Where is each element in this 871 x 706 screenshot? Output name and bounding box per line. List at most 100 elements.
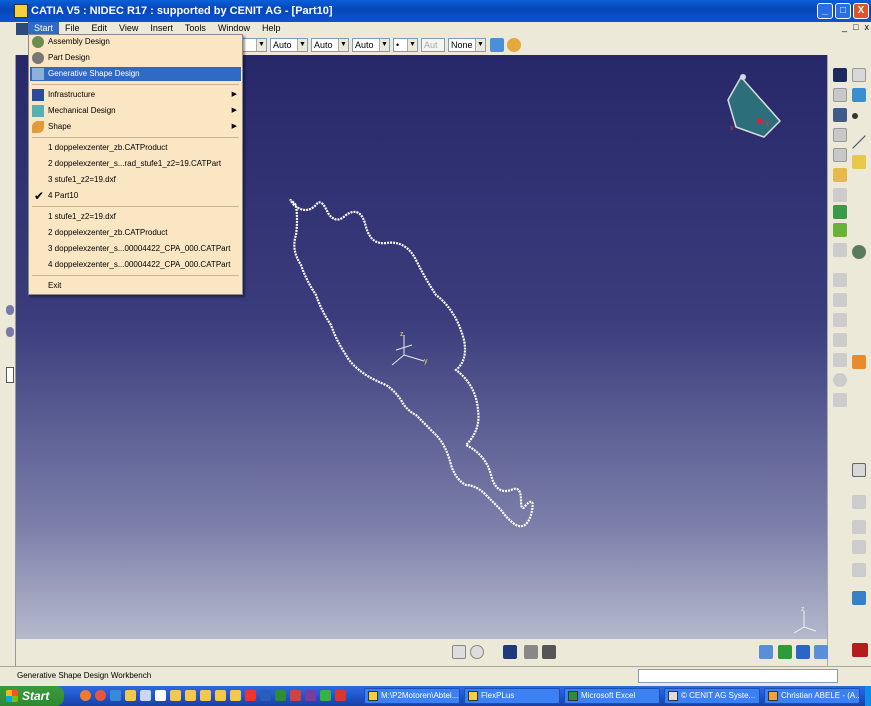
- compass-handle[interactable]: [740, 74, 746, 80]
- menu-generative-shape-design[interactable]: Generative Shape Design: [30, 67, 241, 81]
- thickness-combo[interactable]: Auto ▼: [311, 38, 349, 52]
- folder-icon[interactable]: [230, 690, 241, 701]
- folder-icon[interactable]: [170, 690, 181, 701]
- app-icon[interactable]: [320, 690, 331, 701]
- system-tray[interactable]: [865, 686, 871, 706]
- maximize-button[interactable]: □: [835, 3, 851, 19]
- plane-icon[interactable]: [833, 128, 847, 142]
- affinity-icon[interactable]: [833, 393, 847, 407]
- menu-shape[interactable]: Shape ▶: [30, 120, 241, 134]
- folder-icon[interactable]: [185, 690, 196, 701]
- recent-file-item[interactable]: 3 doppelexzenter_s...00004422_CPA_000.CA…: [30, 242, 241, 256]
- point-icon[interactable]: [833, 108, 847, 122]
- rotate-icon[interactable]: [852, 245, 866, 259]
- folder-icon[interactable]: [200, 690, 211, 701]
- doc-minimize-button[interactable]: _: [842, 22, 847, 32]
- app-icon[interactable]: [155, 690, 166, 701]
- line-icon[interactable]: [852, 135, 866, 149]
- sweep-icon[interactable]: [833, 168, 847, 182]
- acrobat-icon[interactable]: [335, 690, 346, 701]
- browser-icon[interactable]: [95, 690, 106, 701]
- transparency-combo[interactable]: Auto ▼: [352, 38, 390, 52]
- extract-icon[interactable]: [833, 223, 847, 237]
- menu-assembly-design[interactable]: Assembly Design: [30, 35, 241, 49]
- recent-doc-item[interactable]: 3 stufe1_z2=19.dxf: [30, 173, 241, 187]
- analysis-icon[interactable]: [852, 463, 866, 477]
- rotate-view-icon[interactable]: [814, 645, 828, 659]
- command-input[interactable]: [638, 669, 838, 683]
- catia-app-icon[interactable]: [14, 4, 28, 18]
- knowledge-icon[interactable]: [542, 645, 556, 659]
- point-symbol-combo[interactable]: • ▼: [393, 38, 418, 52]
- sketch-icon[interactable]: [833, 68, 847, 82]
- fillet-icon[interactable]: [833, 313, 847, 327]
- spline-curve[interactable]: [289, 198, 534, 528]
- offset-icon[interactable]: [833, 243, 847, 257]
- recent-file-item[interactable]: 2 doppelexzenter_zb.CATProduct: [30, 226, 241, 240]
- brush-icon[interactable]: [507, 38, 521, 52]
- doc-close-button[interactable]: x: [865, 22, 870, 32]
- catalog-icon[interactable]: [524, 645, 538, 659]
- layer-combo[interactable]: Aut: [421, 38, 445, 52]
- tree-node-icon[interactable]: [6, 305, 14, 315]
- task-flexplus[interactable]: FlexPLus: [464, 688, 560, 704]
- scaling-icon[interactable]: [833, 373, 847, 387]
- app-icon[interactable]: [245, 690, 256, 701]
- view-icon[interactable]: [852, 68, 866, 82]
- doc-restore-button[interactable]: □: [853, 22, 858, 32]
- extrude-icon[interactable]: [833, 148, 847, 162]
- tree-node-icon[interactable]: [6, 367, 14, 383]
- task-cenit[interactable]: © CENIT AG Syste...: [664, 688, 760, 704]
- symmetry-icon[interactable]: [833, 353, 847, 367]
- fill-icon[interactable]: [833, 188, 847, 202]
- compass-widget[interactable]: x y: [727, 74, 782, 138]
- menu-infrastructure[interactable]: Infrastructure ▶: [30, 88, 241, 102]
- format-painter-icon[interactable]: [490, 38, 504, 52]
- table-icon[interactable]: [503, 645, 517, 659]
- pointer-icon[interactable]: [852, 355, 866, 369]
- layer-name-combo[interactable]: None ▼: [448, 38, 486, 52]
- task-chat[interactable]: Christian ABELE - (A...: [764, 688, 860, 704]
- menu-exit[interactable]: Exit: [30, 279, 241, 293]
- color-combo[interactable]: ▼: [242, 38, 267, 52]
- surface-icon[interactable]: [852, 88, 866, 102]
- recent-doc-item-current[interactable]: ✔ 4 Part10: [30, 189, 241, 203]
- task-explorer[interactable]: M:\P2Motoren\Abtei...: [364, 688, 460, 704]
- document-icon[interactable]: [16, 22, 28, 35]
- fit-all-icon[interactable]: [778, 645, 792, 659]
- compass-center[interactable]: [757, 118, 763, 124]
- word-icon[interactable]: [260, 690, 271, 701]
- menu-part-design[interactable]: Part Design: [30, 51, 241, 65]
- firefox-icon[interactable]: [80, 690, 91, 701]
- fly-mode-icon[interactable]: [759, 645, 773, 659]
- tree-node-icon[interactable]: [6, 327, 14, 337]
- pan-icon[interactable]: [796, 645, 810, 659]
- recent-doc-item[interactable]: 2 doppelexzenter_s...rad_stufe1_z2=19.CA…: [30, 157, 241, 171]
- start-button[interactable]: Start: [0, 686, 64, 706]
- excel-icon[interactable]: [275, 690, 286, 701]
- comment-icon[interactable]: [470, 645, 484, 659]
- menu-mechanical-design[interactable]: Mechanical Design ▶: [30, 104, 241, 118]
- app-icon[interactable]: [305, 690, 316, 701]
- split-icon[interactable]: [833, 293, 847, 307]
- linetype-combo[interactable]: Auto ▼: [270, 38, 308, 52]
- join-icon[interactable]: [833, 205, 847, 219]
- recent-doc-item[interactable]: 1 doppelexzenter_zb.CATProduct: [30, 141, 241, 155]
- minimize-button[interactable]: _: [817, 3, 833, 19]
- recent-file-item[interactable]: 1 stufe1_z2=19.dxf: [30, 210, 241, 224]
- task-excel[interactable]: Microsoft Excel: [564, 688, 660, 704]
- books-icon[interactable]: [852, 591, 866, 605]
- close-button[interactable]: X: [853, 3, 869, 19]
- folder-icon[interactable]: [125, 690, 136, 701]
- desktop-icon[interactable]: [140, 690, 151, 701]
- trim-icon[interactable]: [833, 273, 847, 287]
- curvature-icon[interactable]: [852, 563, 866, 577]
- plane-yellow-icon[interactable]: [852, 155, 866, 169]
- translate-icon[interactable]: [833, 333, 847, 347]
- menu-help[interactable]: Help: [256, 22, 287, 35]
- dot-icon[interactable]: [852, 113, 858, 119]
- powerpoint-icon[interactable]: [290, 690, 301, 701]
- wireframe-icon[interactable]: [833, 88, 847, 102]
- measure-icon[interactable]: [852, 495, 866, 509]
- recent-file-item[interactable]: 4 doppelexzenter_s...00004422_CPA_000.CA…: [30, 258, 241, 272]
